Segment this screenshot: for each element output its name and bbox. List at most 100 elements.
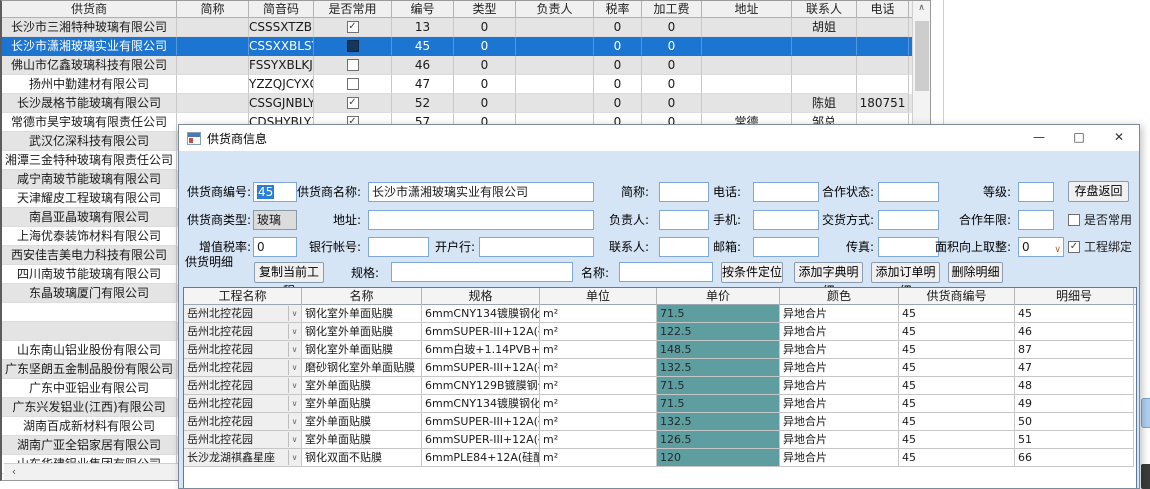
grid-cell[interactable]: m² <box>540 449 657 467</box>
grid-cell[interactable]: 室外单面贴膜 <box>302 413 422 431</box>
close-button[interactable]: ✕ <box>1099 125 1139 151</box>
grid-cell[interactable]: 45 <box>899 377 1015 395</box>
grid-row[interactable]: 岳州北控花园∨室外单面贴膜6mmSUPER-III+12A(硅...m²132.… <box>184 413 1136 431</box>
grid-row[interactable]: 长沙龙湖祺鑫星座∨钢化双面不贴膜6mmPLE84+12A(硅酮胶...m²120… <box>184 449 1136 467</box>
grid-cell[interactable]: 岳州北控花园∨ <box>184 323 302 341</box>
scroll-left-icon[interactable]: ‹ <box>6 465 22 480</box>
grid-cell[interactable]: 岳州北控花园∨ <box>184 359 302 377</box>
grid-cell[interactable]: 48 <box>1015 377 1134 395</box>
grid-cell[interactable]: 异地合片 <box>780 449 899 467</box>
grid-row[interactable]: 岳州北控花园∨钢化室外单面贴膜6mmCNY134镀膜钢化m²71.5异地合片45… <box>184 305 1136 323</box>
mobile-input[interactable] <box>753 210 819 230</box>
grid-cell[interactable]: 45 <box>899 323 1015 341</box>
grid-cell[interactable]: 室外单面贴膜 <box>302 395 422 413</box>
grid-cell[interactable]: 钢化双面不贴膜 <box>302 449 422 467</box>
grid-cell[interactable]: 异地合片 <box>780 413 899 431</box>
grid-row[interactable]: 岳州北控花园∨钢化室外单面贴膜6mmSUPER-III+12A(硅...m²12… <box>184 323 1136 341</box>
common-checkbox[interactable] <box>347 78 359 90</box>
grid-cell[interactable]: m² <box>540 413 657 431</box>
scrollbar-thumb[interactable] <box>915 21 929 91</box>
grid-cell[interactable]: 6mmPLE84+12A(硅酮胶... <box>422 449 540 467</box>
grid-cell[interactable]: 132.5 <box>657 359 780 377</box>
grid-cell[interactable]: 6mmSUPER-III+12A(硅... <box>422 359 540 377</box>
grid-cell[interactable]: 148.5 <box>657 341 780 359</box>
grid-cell[interactable]: 49 <box>1015 395 1134 413</box>
grid-cell[interactable]: m² <box>540 431 657 449</box>
save-return-button[interactable]: 存盘返回 <box>1068 181 1129 202</box>
spec-filter-input[interactable] <box>391 262 573 282</box>
grid-cell[interactable]: 45 <box>899 413 1015 431</box>
horizontal-scrollbar[interactable]: ‹ <box>4 463 180 480</box>
grid-cell[interactable]: 122.5 <box>657 323 780 341</box>
table-row[interactable]: 长沙市三湘特种玻璃有限公司CSSSXTZBL...✓13000胡姐 <box>2 18 930 37</box>
bank-input[interactable] <box>479 237 594 257</box>
table-row[interactable]: 长沙市潇湘玻璃实业有限公司CSSXXBLSY...45000 <box>2 37 930 56</box>
grid-row[interactable]: 岳州北控花园∨室外单面贴膜6mmCNY129B镀膜钢化m²71.5异地合片454… <box>184 377 1136 395</box>
phone-input[interactable] <box>753 182 819 202</box>
grid-cell[interactable]: 磨砂钢化室外单面贴膜 <box>302 359 422 377</box>
common-checkbox[interactable]: ✓ <box>347 21 359 33</box>
grid-cell[interactable]: 钢化室外单面贴膜 <box>302 323 422 341</box>
grade-input[interactable] <box>1018 182 1054 202</box>
maximize-button[interactable]: □ <box>1059 125 1099 151</box>
table-row[interactable]: 长沙晟格节能玻璃有限公司CSSGJNBLYXGS✓52000陈姐180751 <box>2 94 930 113</box>
grid-cell[interactable]: 6mmCNY134镀膜钢化 <box>422 395 540 413</box>
grid-cell[interactable]: 45 <box>899 305 1015 323</box>
table-row[interactable]: 佛山市亿鑫玻璃科技有限公司FSSYXBLKJ...46000 <box>2 56 930 75</box>
grid-row[interactable]: 岳州北控花园∨室外单面贴膜6mmCNY134镀膜钢化m²71.5异地合片4549 <box>184 395 1136 413</box>
grid-cell[interactable]: 87 <box>1015 341 1134 359</box>
grid-cell[interactable]: m² <box>540 377 657 395</box>
grid-cell[interactable]: 71.5 <box>657 395 780 413</box>
add-dict-detail-button[interactable]: 添加字典明细 <box>794 262 863 283</box>
grid-cell[interactable]: m² <box>540 359 657 377</box>
grid-cell[interactable]: 6mmSUPER-III+12A(硅... <box>422 323 540 341</box>
grid-cell[interactable]: 长沙龙湖祺鑫星座∨ <box>184 449 302 467</box>
address-input[interactable] <box>368 210 594 230</box>
grid-cell[interactable]: 126.5 <box>657 431 780 449</box>
grid-cell[interactable]: 120 <box>657 449 780 467</box>
grid-cell[interactable]: 47 <box>1015 359 1134 377</box>
grid-cell[interactable]: 室外单面贴膜 <box>302 431 422 449</box>
grid-cell[interactable]: m² <box>540 395 657 413</box>
grid-cell[interactable]: 66 <box>1015 449 1134 467</box>
grid-cell[interactable]: 岳州北控花园∨ <box>184 341 302 359</box>
grid-cell[interactable]: 室外单面贴膜 <box>302 377 422 395</box>
grid-cell[interactable]: 132.5 <box>657 413 780 431</box>
grid-cell[interactable]: 异地合片 <box>780 305 899 323</box>
grid-cell[interactable]: 45 <box>1015 305 1134 323</box>
common-checkbox[interactable] <box>347 40 359 52</box>
grid-cell[interactable]: 岳州北控花园∨ <box>184 395 302 413</box>
grid-cell[interactable]: 71.5 <box>657 305 780 323</box>
grid-row[interactable]: 岳州北控花园∨磨砂钢化室外单面贴膜6mmSUPER-III+12A(硅...m²… <box>184 359 1136 377</box>
common-checkbox[interactable] <box>347 59 359 71</box>
minimize-button[interactable]: — <box>1019 125 1059 151</box>
grid-cell[interactable]: 50 <box>1015 413 1134 431</box>
grid-cell[interactable]: 6mmSUPER-III+12A(硅... <box>422 431 540 449</box>
grid-cell[interactable]: 异地合片 <box>780 377 899 395</box>
grid-cell[interactable]: 6mmCNY134镀膜钢化 <box>422 305 540 323</box>
common-checkbox[interactable]: ✓ <box>347 97 359 109</box>
coop-years-input[interactable] <box>1018 210 1054 230</box>
grid-cell[interactable]: m² <box>540 341 657 359</box>
grid-row[interactable]: 岳州北控花园∨钢化室外单面贴膜6mm白玻+1.14PVB+6mm...m²148… <box>184 341 1136 359</box>
grid-cell[interactable]: 岳州北控花园∨ <box>184 377 302 395</box>
grid-cell[interactable]: 45 <box>899 359 1015 377</box>
email-input[interactable] <box>753 237 819 257</box>
grid-cell[interactable]: 45 <box>899 431 1015 449</box>
grid-cell[interactable]: 钢化室外单面贴膜 <box>302 305 422 323</box>
grid-cell[interactable]: m² <box>540 323 657 341</box>
grid-cell[interactable]: 异地合片 <box>780 341 899 359</box>
grid-cell[interactable]: 45 <box>899 341 1015 359</box>
grid-cell[interactable]: 岳州北控花园∨ <box>184 413 302 431</box>
grid-cell[interactable]: 51 <box>1015 431 1134 449</box>
bank-account-input[interactable] <box>368 237 429 257</box>
grid-cell[interactable]: 异地合片 <box>780 431 899 449</box>
scroll-up-icon[interactable]: ∧ <box>913 1 930 17</box>
grid-cell[interactable]: 异地合片 <box>780 395 899 413</box>
grid-cell[interactable]: 6mmCNY129B镀膜钢化 <box>422 377 540 395</box>
grid-row[interactable]: 岳州北控花园∨室外单面贴膜6mmSUPER-III+12A(硅...m²126.… <box>184 431 1136 449</box>
copy-project-button[interactable]: 复制当前工程 <box>254 262 324 283</box>
grid-cell[interactable]: 6mmSUPER-III+12A(硅... <box>422 413 540 431</box>
grid-cell[interactable]: 45 <box>899 449 1015 467</box>
grid-cell[interactable]: 异地合片 <box>780 359 899 377</box>
